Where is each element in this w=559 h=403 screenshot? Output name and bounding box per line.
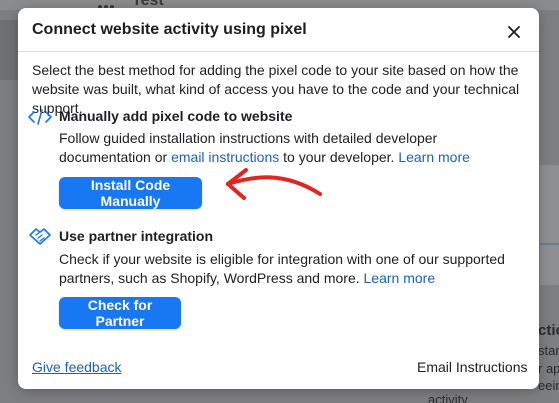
code-icon xyxy=(27,107,53,127)
background-card xyxy=(540,165,559,285)
manual-learn-more-link[interactable]: Learn more xyxy=(398,149,470,165)
give-feedback-link[interactable]: Give feedback xyxy=(32,359,122,375)
close-button[interactable] xyxy=(502,20,526,44)
manual-desc-text: to your developer. xyxy=(279,149,399,165)
annotation-arrow-icon xyxy=(226,168,322,200)
more-icon xyxy=(98,0,116,9)
background-text: eein xyxy=(538,378,559,393)
check-for-partner-button[interactable]: Check for Partner xyxy=(59,297,181,329)
email-instructions-button[interactable]: Email Instructions xyxy=(417,359,527,375)
background-text: r app xyxy=(538,361,559,376)
dialog-header: Connect website activity using pixel xyxy=(18,8,539,52)
background-text: activity xyxy=(428,392,468,403)
email-instructions-link[interactable]: email instructions xyxy=(171,149,279,165)
close-icon xyxy=(508,26,520,38)
background-text: start xyxy=(538,343,559,358)
dialog-title: Connect website activity using pixel xyxy=(32,21,307,38)
manual-section-description: Follow guided installation instructions … xyxy=(59,129,529,167)
background-divider xyxy=(540,243,559,245)
partner-learn-more-link[interactable]: Learn more xyxy=(364,270,436,286)
manual-section-title: Manually add pixel code to website xyxy=(59,108,293,124)
handshake-icon xyxy=(27,226,53,246)
background-text: ctic xyxy=(538,322,559,339)
background-sidebar xyxy=(0,20,18,80)
partner-section-description: Check if your website is eligible for in… xyxy=(59,250,529,288)
partner-section-title: Use partner integration xyxy=(59,228,214,244)
connect-pixel-dialog: Connect website activity using pixel Sel… xyxy=(18,8,539,389)
install-code-manually-button[interactable]: Install Code Manually xyxy=(59,177,202,209)
partner-desc-text: Check if your website is eligible for in… xyxy=(59,251,505,286)
